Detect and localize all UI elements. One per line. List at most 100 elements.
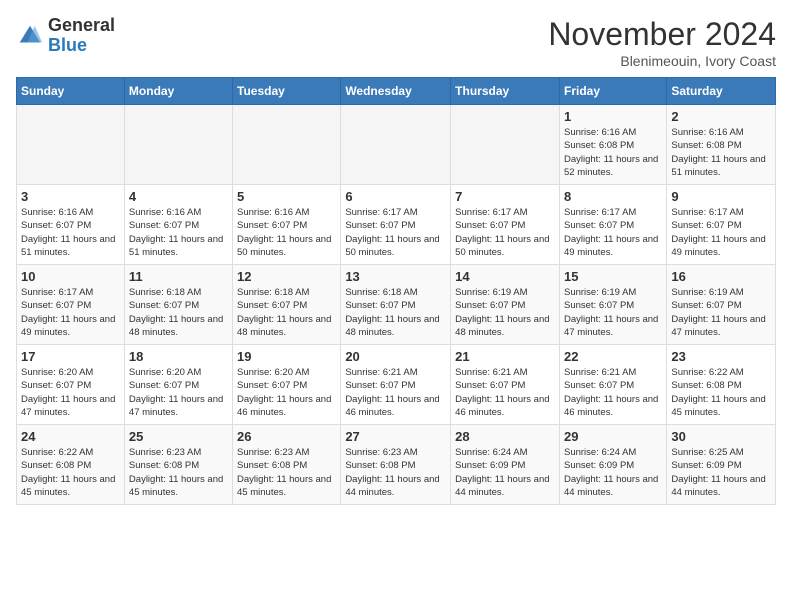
location: Blenimeouin, Ivory Coast <box>548 53 776 69</box>
day-info: Sunrise: 6:16 AM Sunset: 6:08 PM Dayligh… <box>564 126 662 179</box>
day-number: 4 <box>129 189 228 204</box>
day-cell: 23 Sunrise: 6:22 AM Sunset: 6:08 PM Dayli… <box>667 345 776 425</box>
day-number: 3 <box>21 189 120 204</box>
day-cell: 14 Sunrise: 6:19 AM Sunset: 6:07 PM Dayli… <box>451 265 560 345</box>
day-number: 20 <box>345 349 446 364</box>
day-cell: 20 Sunrise: 6:21 AM Sunset: 6:07 PM Dayli… <box>341 345 451 425</box>
day-info: Sunrise: 6:17 AM Sunset: 6:07 PM Dayligh… <box>564 206 662 259</box>
page-header: General Blue November 2024 Blenimeouin, … <box>16 16 776 69</box>
day-info: Sunrise: 6:18 AM Sunset: 6:07 PM Dayligh… <box>345 286 446 339</box>
day-number: 10 <box>21 269 120 284</box>
day-info: Sunrise: 6:17 AM Sunset: 6:07 PM Dayligh… <box>455 206 555 259</box>
day-number: 16 <box>671 269 771 284</box>
day-number: 14 <box>455 269 555 284</box>
day-cell: 2 Sunrise: 6:16 AM Sunset: 6:08 PM Daylig… <box>667 105 776 185</box>
day-cell: 10 Sunrise: 6:17 AM Sunset: 6:07 PM Dayli… <box>17 265 125 345</box>
day-cell: 1 Sunrise: 6:16 AM Sunset: 6:08 PM Daylig… <box>559 105 666 185</box>
day-info: Sunrise: 6:25 AM Sunset: 6:09 PM Dayligh… <box>671 446 771 499</box>
day-cell <box>233 105 341 185</box>
day-info: Sunrise: 6:16 AM Sunset: 6:07 PM Dayligh… <box>129 206 228 259</box>
day-info: Sunrise: 6:18 AM Sunset: 6:07 PM Dayligh… <box>237 286 336 339</box>
day-info: Sunrise: 6:23 AM Sunset: 6:08 PM Dayligh… <box>237 446 336 499</box>
day-number: 17 <box>21 349 120 364</box>
col-header-monday: Monday <box>124 78 232 105</box>
day-number: 1 <box>564 109 662 124</box>
day-info: Sunrise: 6:21 AM Sunset: 6:07 PM Dayligh… <box>345 366 446 419</box>
day-cell <box>17 105 125 185</box>
day-info: Sunrise: 6:24 AM Sunset: 6:09 PM Dayligh… <box>564 446 662 499</box>
logo-icon <box>16 22 44 50</box>
week-row-4: 17 Sunrise: 6:20 AM Sunset: 6:07 PM Dayli… <box>17 345 776 425</box>
col-header-friday: Friday <box>559 78 666 105</box>
day-info: Sunrise: 6:18 AM Sunset: 6:07 PM Dayligh… <box>129 286 228 339</box>
day-cell: 22Sunrise: 6:21 AM Sunset: 6:07 PM Dayli… <box>559 345 666 425</box>
col-header-tuesday: Tuesday <box>233 78 341 105</box>
day-info: Sunrise: 6:22 AM Sunset: 6:08 PM Dayligh… <box>671 366 771 419</box>
day-number: 27 <box>345 429 446 444</box>
day-number: 29 <box>564 429 662 444</box>
day-cell: 30 Sunrise: 6:25 AM Sunset: 6:09 PM Dayli… <box>667 425 776 505</box>
day-info: Sunrise: 6:19 AM Sunset: 6:07 PM Dayligh… <box>671 286 771 339</box>
week-row-3: 10 Sunrise: 6:17 AM Sunset: 6:07 PM Dayli… <box>17 265 776 345</box>
day-cell: 29 Sunrise: 6:24 AM Sunset: 6:09 PM Dayli… <box>559 425 666 505</box>
day-cell <box>124 105 232 185</box>
day-cell: 3 Sunrise: 6:16 AM Sunset: 6:07 PM Daylig… <box>17 185 125 265</box>
day-number: 7 <box>455 189 555 204</box>
day-cell: 28Sunrise: 6:24 AM Sunset: 6:09 PM Dayli… <box>451 425 560 505</box>
day-info: Sunrise: 6:16 AM Sunset: 6:07 PM Dayligh… <box>237 206 336 259</box>
day-cell <box>341 105 451 185</box>
day-info: Sunrise: 6:23 AM Sunset: 6:08 PM Dayligh… <box>129 446 228 499</box>
col-header-wednesday: Wednesday <box>341 78 451 105</box>
day-number: 25 <box>129 429 228 444</box>
day-number: 19 <box>237 349 336 364</box>
day-number: 12 <box>237 269 336 284</box>
week-row-1: 1 Sunrise: 6:16 AM Sunset: 6:08 PM Daylig… <box>17 105 776 185</box>
day-info: Sunrise: 6:20 AM Sunset: 6:07 PM Dayligh… <box>129 366 228 419</box>
day-info: Sunrise: 6:17 AM Sunset: 6:07 PM Dayligh… <box>21 286 120 339</box>
day-number: 24 <box>21 429 120 444</box>
day-info: Sunrise: 6:16 AM Sunset: 6:07 PM Dayligh… <box>21 206 120 259</box>
day-cell: 7 Sunrise: 6:17 AM Sunset: 6:07 PM Daylig… <box>451 185 560 265</box>
day-info: Sunrise: 6:21 AM Sunset: 6:07 PM Dayligh… <box>564 366 662 419</box>
day-cell: 6 Sunrise: 6:17 AM Sunset: 6:07 PM Daylig… <box>341 185 451 265</box>
day-number: 2 <box>671 109 771 124</box>
calendar-table: SundayMondayTuesdayWednesdayThursdayFrid… <box>16 77 776 505</box>
day-cell: 4 Sunrise: 6:16 AM Sunset: 6:07 PM Daylig… <box>124 185 232 265</box>
day-number: 23 <box>671 349 771 364</box>
day-cell: 19 Sunrise: 6:20 AM Sunset: 6:07 PM Dayli… <box>233 345 341 425</box>
day-info: Sunrise: 6:17 AM Sunset: 6:07 PM Dayligh… <box>671 206 771 259</box>
day-cell: 8 Sunrise: 6:17 AM Sunset: 6:07 PM Daylig… <box>559 185 666 265</box>
day-info: Sunrise: 6:20 AM Sunset: 6:07 PM Dayligh… <box>21 366 120 419</box>
day-number: 5 <box>237 189 336 204</box>
month-title: November 2024 <box>548 16 776 53</box>
day-cell: 12 Sunrise: 6:18 AM Sunset: 6:07 PM Dayli… <box>233 265 341 345</box>
day-info: Sunrise: 6:16 AM Sunset: 6:08 PM Dayligh… <box>671 126 771 179</box>
week-row-5: 24 Sunrise: 6:22 AM Sunset: 6:08 PM Dayli… <box>17 425 776 505</box>
day-cell: 5 Sunrise: 6:16 AM Sunset: 6:07 PM Daylig… <box>233 185 341 265</box>
week-row-2: 3 Sunrise: 6:16 AM Sunset: 6:07 PM Daylig… <box>17 185 776 265</box>
day-number: 11 <box>129 269 228 284</box>
day-cell: 25 Sunrise: 6:23 AM Sunset: 6:08 PM Dayli… <box>124 425 232 505</box>
day-cell: 26Sunrise: 6:23 AM Sunset: 6:08 PM Dayli… <box>233 425 341 505</box>
day-cell: 11 Sunrise: 6:18 AM Sunset: 6:07 PM Dayli… <box>124 265 232 345</box>
day-cell: 27Sunrise: 6:23 AM Sunset: 6:08 PM Dayli… <box>341 425 451 505</box>
day-number: 9 <box>671 189 771 204</box>
day-cell: 13Sunrise: 6:18 AM Sunset: 6:07 PM Dayli… <box>341 265 451 345</box>
day-info: Sunrise: 6:24 AM Sunset: 6:09 PM Dayligh… <box>455 446 555 499</box>
day-number: 21 <box>455 349 555 364</box>
day-number: 18 <box>129 349 228 364</box>
col-header-thursday: Thursday <box>451 78 560 105</box>
col-header-sunday: Sunday <box>17 78 125 105</box>
day-info: Sunrise: 6:17 AM Sunset: 6:07 PM Dayligh… <box>345 206 446 259</box>
day-number: 15 <box>564 269 662 284</box>
day-number: 30 <box>671 429 771 444</box>
day-info: Sunrise: 6:20 AM Sunset: 6:07 PM Dayligh… <box>237 366 336 419</box>
day-cell <box>451 105 560 185</box>
day-number: 8 <box>564 189 662 204</box>
day-cell: 9 Sunrise: 6:17 AM Sunset: 6:07 PM Daylig… <box>667 185 776 265</box>
day-cell: 21Sunrise: 6:21 AM Sunset: 6:07 PM Dayli… <box>451 345 560 425</box>
day-info: Sunrise: 6:19 AM Sunset: 6:07 PM Dayligh… <box>455 286 555 339</box>
day-number: 6 <box>345 189 446 204</box>
day-info: Sunrise: 6:22 AM Sunset: 6:08 PM Dayligh… <box>21 446 120 499</box>
day-info: Sunrise: 6:19 AM Sunset: 6:07 PM Dayligh… <box>564 286 662 339</box>
